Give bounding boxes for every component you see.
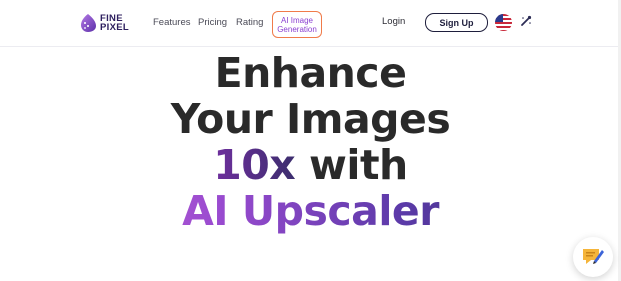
ai-image-generation-button[interactable]: AI Image Generation — [272, 11, 322, 38]
fine-pixel-logo[interactable]: FINE PIXEL — [79, 11, 145, 35]
nav-link-features[interactable]: Features — [153, 17, 191, 28]
hero-line-1: Enhance — [214, 49, 407, 97]
top-navigation-bar: FINE PIXEL Features Pricing Rating AI Im… — [0, 0, 621, 47]
logo-mark-icon — [81, 14, 96, 32]
hero-highlight-10x: 10x — [213, 141, 296, 189]
chat-note-icon — [583, 249, 604, 264]
nav-link-rating[interactable]: Rating — [236, 17, 263, 28]
ai-button-line1: AI Image — [280, 15, 313, 25]
chat-widget-button[interactable] — [573, 237, 613, 277]
magic-wand-icon[interactable] — [520, 15, 532, 27]
signup-button[interactable]: Sign Up — [425, 13, 488, 32]
hero-line-2: Your Images — [170, 95, 451, 143]
hero-line-3-rest: with — [295, 141, 408, 189]
nav-link-pricing[interactable]: Pricing — [198, 17, 227, 28]
logo-line2: PIXEL — [100, 22, 129, 33]
login-link[interactable]: Login — [382, 16, 405, 27]
hero-line-4: AI Upscaler — [0, 188, 621, 234]
us-flag-icon[interactable] — [495, 14, 512, 31]
hero-line-3: 10x with — [0, 142, 621, 188]
logo-wordmark: FINE PIXEL — [100, 14, 129, 33]
hero-headline: Enhance Your Images 10x with AI Upscaler — [0, 50, 621, 234]
ai-button-line2: Generation — [277, 24, 317, 34]
